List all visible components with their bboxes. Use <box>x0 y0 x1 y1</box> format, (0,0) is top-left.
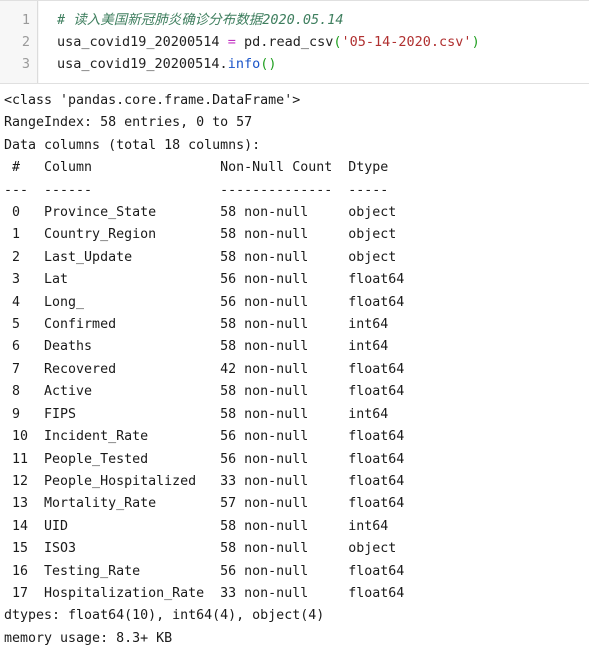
output-table-row: 6 Deaths 58 non-null int64 <box>4 339 389 355</box>
output-header-line: Data columns (total 18 columns): <box>4 137 261 153</box>
output-footer-line: memory usage: 8.3+ KB <box>4 630 173 646</box>
line-number: 3 <box>21 56 30 72</box>
code-token-paren: () <box>260 56 277 72</box>
code-line-text[interactable]: # 读入美国新冠肺炎确诊分布数据2020.05.14 <box>38 9 344 31</box>
code-line: 1 # 读入美国新冠肺炎确诊分布数据2020.05.14 <box>0 9 589 31</box>
output-table-row: 3 Lat 56 non-null float64 <box>4 272 405 288</box>
output-table-row: 5 Confirmed 58 non-null int64 <box>4 317 389 333</box>
code-token-plain: usa_covid19_20200514. <box>57 56 228 72</box>
code-token-plain: pd.read_csv <box>235 34 334 50</box>
output-table-row: 8 Active 58 non-null float64 <box>4 384 405 400</box>
line-number: 2 <box>21 34 30 50</box>
output-table-header: # Column Non-Null Count Dtype <box>4 160 405 176</box>
output-table-row: 10 Incident_Rate 56 non-null float64 <box>4 429 405 445</box>
output-table-row: 0 Province_State 58 non-null object <box>4 205 397 221</box>
output-table-row: 13 Mortality_Rate 57 non-null float64 <box>4 496 405 512</box>
code-line-text[interactable]: usa_covid19_20200514 = pd.read_csv('05-1… <box>38 31 480 53</box>
code-token-op: = <box>227 34 236 50</box>
output-table-row: 11 People_Tested 56 non-null float64 <box>4 451 405 467</box>
output-header-line: RangeIndex: 58 entries, 0 to 57 <box>4 115 253 131</box>
code-token-str: '05-14-2020.csv' <box>341 34 472 50</box>
code-token-paren: ( <box>333 34 342 50</box>
output-table-row: 2 Last_Update 58 non-null object <box>4 249 397 265</box>
code-token-fn: info <box>227 56 261 72</box>
cell-output-area: <class 'pandas.core.frame.DataFrame'> Ran… <box>0 84 589 650</box>
code-line: 3 usa_covid19_20200514.info() <box>0 53 589 75</box>
line-number: 1 <box>21 12 30 28</box>
output-table-row: 9 FIPS 58 non-null int64 <box>4 406 389 422</box>
output-table-row: 7 Recovered 42 non-null float64 <box>4 361 405 377</box>
code-token-comment: # 读入美国新冠肺炎确诊分布数据2020.05.14 <box>57 12 344 28</box>
output-table-rule: --- ------ -------------- ----- <box>4 182 405 198</box>
code-lines-container: 1 # 读入美国新冠肺炎确诊分布数据2020.05.14 2 usa_covid19_… <box>0 1 589 75</box>
output-table-row: 17 Hospitalization_Rate 33 non-null floa… <box>4 585 405 601</box>
output-table-row: 16 Testing_Rate 56 non-null float64 <box>4 563 405 579</box>
code-token-plain: usa_covid19_20200514 <box>57 34 228 50</box>
code-line-text[interactable]: usa_covid19_20200514.info() <box>38 53 276 75</box>
output-table-row: 4 Long_ 56 non-null float64 <box>4 294 405 310</box>
output-table-row: 14 UID 58 non-null int64 <box>4 518 389 534</box>
code-token-paren: ) <box>471 34 480 50</box>
output-table-row: 1 Country_Region 58 non-null object <box>4 227 397 243</box>
output-table-row: 15 ISO3 58 non-null object <box>4 541 397 557</box>
code-line: 2 usa_covid19_20200514 = pd.read_csv('05-… <box>0 31 589 53</box>
output-header-line: <class 'pandas.core.frame.DataFrame'> <box>4 93 301 108</box>
output-table-row: 12 People_Hospitalized 33 non-null float… <box>4 473 405 489</box>
code-input-cell[interactable]: 1 # 读入美国新冠肺炎确诊分布数据2020.05.14 2 usa_covid19_… <box>0 0 589 84</box>
